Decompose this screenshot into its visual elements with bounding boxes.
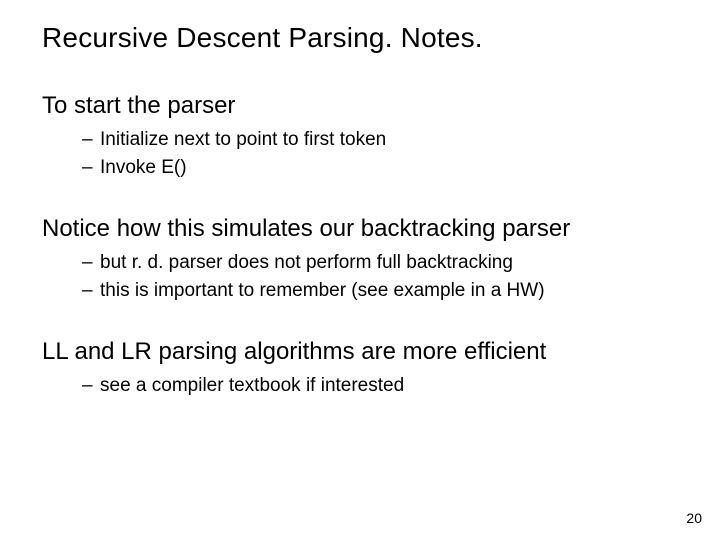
section-2-list: but r. d. parser does not perform full b…: [42, 249, 678, 304]
section-3-list: see a compiler textbook if interested: [42, 372, 678, 400]
slide: Recursive Descent Parsing. Notes. To sta…: [0, 0, 720, 540]
section-3: LL and LR parsing algorithms are more ef…: [42, 338, 678, 400]
section-1: To start the parser Initialize next to p…: [42, 92, 678, 181]
section-3-head: LL and LR parsing algorithms are more ef…: [42, 338, 678, 366]
list-item: Invoke E(): [82, 154, 678, 182]
section-2: Notice how this simulates our backtracki…: [42, 215, 678, 304]
list-item: Initialize next to point to first token: [82, 126, 678, 154]
page-number: 20: [686, 510, 702, 526]
list-item: see a compiler textbook if interested: [82, 372, 678, 400]
section-1-head: To start the parser: [42, 92, 678, 120]
section-1-list: Initialize next to point to first token …: [42, 126, 678, 181]
list-item: but r. d. parser does not perform full b…: [82, 249, 678, 277]
section-2-head: Notice how this simulates our backtracki…: [42, 215, 678, 243]
list-item: this is important to remember (see examp…: [82, 277, 678, 305]
slide-title: Recursive Descent Parsing. Notes.: [42, 22, 678, 54]
